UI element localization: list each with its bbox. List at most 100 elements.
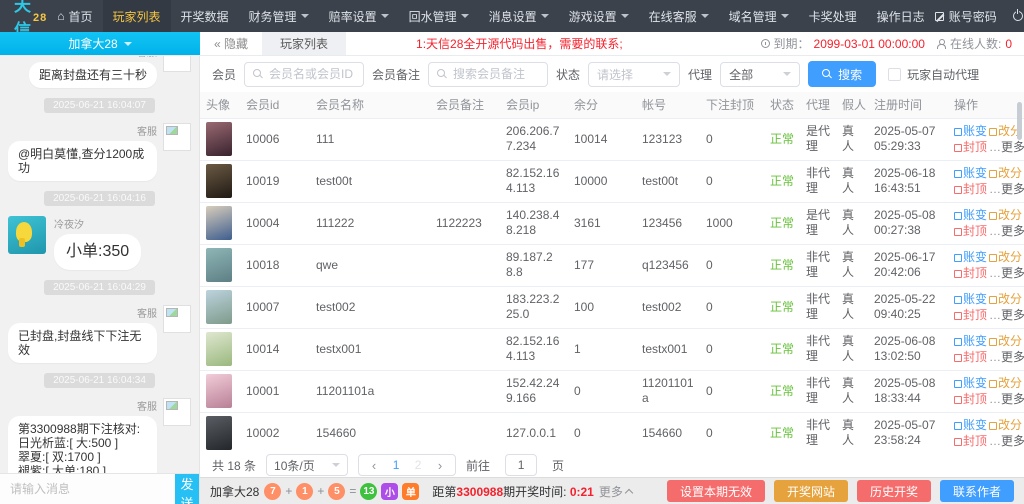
note-search-input[interactable] [453, 67, 539, 81]
send-button[interactable]: 发送 [175, 474, 199, 504]
action-bet-cap[interactable]: 封顶 [954, 308, 987, 322]
action-bet-cap[interactable]: 封顶 [954, 434, 987, 448]
search-button[interactable]: 搜索 [808, 61, 876, 87]
action-more[interactable]: …更多 [989, 392, 1024, 406]
action-adjust-points[interactable]: 改分 [989, 418, 1022, 432]
action-adjust-points[interactable]: 改分 [989, 208, 1022, 222]
action-adjust-points[interactable]: 改分 [989, 334, 1022, 348]
agent-select[interactable]: 全部 [720, 62, 800, 87]
nav-item-9[interactable]: 在线客服 [639, 0, 719, 32]
action-icon [989, 296, 997, 304]
brand-logo: 天信 28 [0, 0, 47, 32]
auto-agent-checkbox[interactable] [888, 68, 901, 81]
actions-cell: 账变改分封顶…更多 [948, 118, 1024, 160]
action-more[interactable]: …更多 [989, 350, 1024, 364]
nav-item-8[interactable]: 游戏设置 [559, 0, 639, 32]
status-select[interactable]: 请选择 [588, 62, 680, 87]
goto-label: 前往 [466, 457, 490, 474]
action-more[interactable]: …更多 [989, 224, 1024, 238]
goto-page-input[interactable] [505, 454, 537, 476]
chat-message: 客服距离封盘还有三十秒 [8, 56, 191, 88]
player-avatar[interactable] [206, 206, 232, 240]
column-header: 会员名称 [310, 92, 430, 118]
action-more[interactable]: …更多 [989, 434, 1024, 448]
status-cell: 正常 [764, 412, 800, 453]
player-avatar[interactable] [206, 248, 232, 282]
page-number-2[interactable]: 2 [407, 458, 429, 472]
score-cell: 0 [568, 412, 636, 453]
nav-item-6[interactable]: 回水管理 [399, 0, 479, 32]
action-account-change[interactable]: 账变 [954, 418, 987, 432]
action-line: 封顶…更多 [954, 391, 1018, 407]
nav-item-10[interactable]: 域名管理 [719, 0, 799, 32]
action-adjust-points[interactable]: 改分 [989, 292, 1022, 306]
action-account-change[interactable]: 账变 [954, 376, 987, 390]
nav-item-1[interactable]: ⌂首页 [47, 0, 102, 32]
action-account-change[interactable]: 账变 [954, 250, 987, 264]
nav-item-5[interactable]: 赔率设置 [319, 0, 399, 32]
action-account-change[interactable]: 账变 [954, 208, 987, 222]
action-adjust-points[interactable]: 改分 [989, 250, 1022, 264]
table-scrollbar[interactable] [1017, 102, 1022, 140]
nav-item-12[interactable]: 操作日志 [867, 0, 935, 32]
action-bet-cap[interactable]: 封顶 [954, 224, 987, 238]
action-label: 更多 [1001, 224, 1024, 238]
player-avatar[interactable] [206, 290, 232, 324]
ellipsis-icon: … [989, 350, 1001, 364]
action-adjust-points[interactable]: 改分 [989, 166, 1022, 180]
nav-item-3[interactable]: 开奖数据 [171, 0, 239, 32]
action-bet-cap[interactable]: 封顶 [954, 392, 987, 406]
player-list-main: 会员 会员备注 状态 请选择 代理 全部 [200, 56, 1024, 504]
action-more[interactable]: …更多 [989, 266, 1024, 280]
draw-history-button[interactable]: 历史开奖 [857, 480, 931, 502]
logout-button[interactable]: 退出 [1013, 8, 1024, 25]
action-bet-cap[interactable]: 封顶 [954, 266, 987, 280]
action-icon [989, 338, 997, 346]
nav-item-7[interactable]: 消息设置 [479, 0, 559, 32]
nav-item-11[interactable]: 卡奖处理 [799, 0, 867, 32]
page-number-1[interactable]: 1 [385, 458, 407, 472]
avatar-cell [200, 370, 240, 412]
chat-message-input[interactable] [0, 474, 175, 504]
chat-message: 客服第3300988期下注核对: 日光析蓝:[ 大:500 ] 翠夏:[ 双:1… [8, 398, 191, 473]
account-cell: 154660 [636, 412, 700, 453]
next-page-button[interactable]: › [429, 458, 451, 473]
parity-tag: 单 [402, 483, 419, 500]
auto-agent-label: 玩家自动代理 [907, 66, 979, 83]
member-search-input[interactable] [269, 67, 355, 81]
page-size-select[interactable]: 10条/页 [266, 454, 348, 476]
hide-sidebar-button[interactable]: « 隐藏 [200, 32, 262, 55]
action-more[interactable]: …更多 [989, 140, 1024, 154]
game-selector[interactable]: 加拿大28 [0, 32, 200, 55]
agent-cell: 非代理 [800, 328, 836, 370]
player-avatar[interactable] [206, 374, 232, 408]
nav-item-4[interactable]: 财务管理 [239, 0, 319, 32]
action-adjust-points[interactable]: 改分 [989, 376, 1022, 390]
action-bet-cap[interactable]: 封顶 [954, 140, 987, 154]
action-account-change[interactable]: 账变 [954, 124, 987, 138]
action-icon [989, 422, 997, 430]
action-account-change[interactable]: 账变 [954, 292, 987, 306]
player-avatar[interactable] [206, 416, 232, 450]
action-account-change[interactable]: 账变 [954, 334, 987, 348]
tab-player-list[interactable]: 玩家列表 [262, 32, 346, 55]
player-avatar[interactable] [206, 122, 232, 156]
draw-website-button[interactable]: 开奖网站 [774, 480, 848, 502]
prev-page-button[interactable]: ‹ [363, 458, 385, 473]
more-toggle[interactable]: 更多 [599, 483, 632, 500]
action-bet-cap[interactable]: 封顶 [954, 182, 987, 196]
member-name-cell: test00t [310, 160, 430, 202]
table-row: 10007test002183.223.225.0100test0020正常非代… [200, 286, 1024, 328]
player-avatar[interactable] [206, 332, 232, 366]
action-account-change[interactable]: 账变 [954, 166, 987, 180]
action-bet-cap[interactable]: 封顶 [954, 350, 987, 364]
account-password-button[interactable]: 账号密码 [935, 8, 997, 25]
action-more[interactable]: …更多 [989, 182, 1024, 196]
status-cell: 正常 [764, 286, 800, 328]
contact-author-button[interactable]: 联系作者 [940, 480, 1014, 502]
action-more[interactable]: …更多 [989, 308, 1024, 322]
action-line: 账变改分 [954, 207, 1018, 223]
nav-item-2[interactable]: 玩家列表 [103, 0, 171, 32]
invalidate-round-button[interactable]: 设置本期无效 [667, 480, 765, 502]
player-avatar[interactable] [206, 164, 232, 198]
